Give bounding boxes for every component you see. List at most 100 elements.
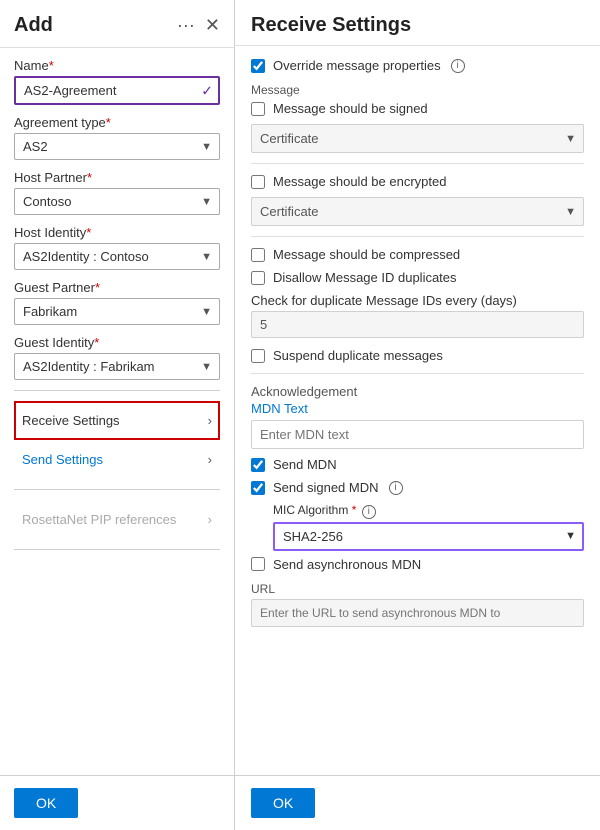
mic-algorithm-info-icon[interactable]: i (362, 505, 376, 519)
msg-encrypted-label: Message should be encrypted (273, 174, 446, 189)
field-divider-2 (251, 236, 584, 237)
host-partner-group: Host Partner* Contoso ▼ (14, 170, 220, 215)
agreement-type-label: Agreement type* (14, 115, 220, 130)
name-input-wrapper: ✓ (14, 76, 220, 105)
msg-compressed-label: Message should be compressed (273, 247, 460, 262)
agreement-type-select-wrapper: AS2 ▼ (14, 133, 220, 160)
left-form-body: Name* ✓ Agreement type* AS2 ▼ Host Partn… (0, 48, 234, 775)
mdn-text-label: MDN Text (251, 401, 584, 416)
url-input[interactable] (251, 599, 584, 627)
certificate2-select[interactable]: Certificate (251, 197, 584, 226)
send-mdn-label: Send MDN (273, 457, 337, 472)
host-identity-select-wrapper: AS2Identity : Contoso ▼ (14, 243, 220, 270)
right-header: Receive Settings (235, 0, 600, 46)
nav-item-send-settings[interactable]: Send Settings › (14, 440, 220, 479)
chevron-right-icon: › (208, 452, 212, 467)
send-async-mdn-row: Send asynchronous MDN (251, 557, 584, 572)
field-divider-1 (251, 163, 584, 164)
right-form-body: Override message properties i Message Me… (235, 46, 600, 775)
host-partner-label: Host Partner* (14, 170, 220, 185)
msg-compressed-checkbox[interactable] (251, 248, 265, 262)
suspend-duplicates-row: Suspend duplicate messages (251, 348, 584, 363)
left-panel: Add ··· ✕ Name* ✓ Agreement type* AS2 (0, 0, 235, 830)
left-footer: OK (0, 775, 234, 830)
send-signed-mdn-label: Send signed MDN (273, 480, 379, 495)
mdn-text-input[interactable] (251, 420, 584, 449)
send-signed-mdn-row: Send signed MDN i (251, 480, 584, 495)
msg-signed-label: Message should be signed (273, 101, 428, 116)
override-info-icon[interactable]: i (451, 59, 465, 73)
right-footer: OK (235, 775, 600, 830)
guest-identity-label: Guest Identity* (14, 335, 220, 350)
send-mdn-checkbox[interactable] (251, 458, 265, 472)
send-settings-label: Send Settings (22, 452, 103, 467)
send-async-mdn-checkbox[interactable] (251, 557, 265, 571)
nav-item-rosettanet[interactable]: RosettaNet PIP references › (14, 500, 220, 539)
chevron-right-icon: › (208, 512, 212, 527)
guest-partner-group: Guest Partner* Fabrikam ▼ (14, 280, 220, 325)
check-duplicates-label: Check for duplicate Message IDs every (d… (251, 293, 584, 308)
msg-encrypted-row: Message should be encrypted (251, 174, 584, 189)
guest-identity-select-wrapper: AS2Identity : Fabrikam ▼ (14, 353, 220, 380)
host-identity-label: Host Identity* (14, 225, 220, 240)
guest-identity-select[interactable]: AS2Identity : Fabrikam (14, 353, 220, 380)
host-identity-group: Host Identity* AS2Identity : Contoso ▼ (14, 225, 220, 270)
right-panel: Receive Settings Override message proper… (235, 0, 600, 830)
suspend-duplicates-checkbox[interactable] (251, 349, 265, 363)
host-partner-select[interactable]: Contoso (14, 188, 220, 215)
msg-signed-checkbox[interactable] (251, 102, 265, 116)
host-partner-select-wrapper: Contoso ▼ (14, 188, 220, 215)
name-group: Name* ✓ (14, 58, 220, 105)
certificate2-select-wrapper: Certificate ▼ (251, 197, 584, 226)
check-icon: ✓ (201, 82, 213, 99)
mic-algorithm-select-wrapper: SHA2-256 SHA2-384 SHA2-512 SHA1 MD5 ▼ (273, 522, 584, 551)
more-options-icon[interactable]: ··· (177, 15, 195, 36)
name-input[interactable] (14, 76, 220, 105)
receive-settings-label: Receive Settings (22, 413, 120, 428)
guest-partner-select[interactable]: Fabrikam (14, 298, 220, 325)
send-signed-mdn-info-icon[interactable]: i (389, 481, 403, 495)
msg-encrypted-checkbox[interactable] (251, 175, 265, 189)
divider-2 (14, 489, 220, 490)
panel-title: Add (14, 14, 53, 37)
agreement-type-select[interactable]: AS2 (14, 133, 220, 160)
guest-partner-select-wrapper: Fabrikam ▼ (14, 298, 220, 325)
divider-1 (14, 390, 220, 391)
rosettanet-label: RosettaNet PIP references (22, 512, 176, 527)
right-panel-title: Receive Settings (251, 14, 411, 36)
field-divider-3 (251, 373, 584, 374)
guest-partner-label: Guest Partner* (14, 280, 220, 295)
message-section-label: Message (251, 83, 584, 97)
certificate1-select[interactable]: Certificate (251, 124, 584, 153)
override-properties-row: Override message properties i (251, 58, 584, 73)
disallow-duplicates-checkbox[interactable] (251, 271, 265, 285)
left-header: Add ··· ✕ (0, 0, 234, 48)
check-duplicates-group: Check for duplicate Message IDs every (d… (251, 293, 584, 338)
divider-3 (14, 549, 220, 550)
send-mdn-row: Send MDN (251, 457, 584, 472)
agreement-type-group: Agreement type* AS2 ▼ (14, 115, 220, 160)
mic-algorithm-select[interactable]: SHA2-256 SHA2-384 SHA2-512 SHA1 MD5 (273, 522, 584, 551)
name-label: Name* (14, 58, 220, 73)
acknowledgement-label: Acknowledgement (251, 384, 584, 399)
mic-algorithm-label: MIC Algorithm * i (273, 503, 584, 519)
nav-item-receive-settings[interactable]: Receive Settings › (14, 401, 220, 440)
certificate1-select-wrapper: Certificate ▼ (251, 124, 584, 153)
override-properties-label: Override message properties (273, 58, 441, 73)
disallow-duplicates-row: Disallow Message ID duplicates (251, 270, 584, 285)
suspend-duplicates-label: Suspend duplicate messages (273, 348, 443, 363)
msg-compressed-row: Message should be compressed (251, 247, 584, 262)
host-identity-select[interactable]: AS2Identity : Contoso (14, 243, 220, 270)
check-duplicates-input[interactable] (251, 311, 584, 338)
url-label: URL (251, 582, 584, 596)
send-signed-mdn-checkbox[interactable] (251, 481, 265, 495)
guest-identity-group: Guest Identity* AS2Identity : Fabrikam ▼ (14, 335, 220, 380)
send-async-mdn-label: Send asynchronous MDN (273, 557, 421, 572)
override-properties-checkbox[interactable] (251, 59, 265, 73)
msg-signed-row: Message should be signed (251, 101, 584, 116)
close-icon[interactable]: ✕ (205, 15, 220, 36)
left-ok-button[interactable]: OK (14, 788, 78, 818)
mic-algorithm-container: MIC Algorithm * i SHA2-256 SHA2-384 SHA2… (273, 503, 584, 551)
disallow-duplicates-label: Disallow Message ID duplicates (273, 270, 457, 285)
right-ok-button[interactable]: OK (251, 788, 315, 818)
